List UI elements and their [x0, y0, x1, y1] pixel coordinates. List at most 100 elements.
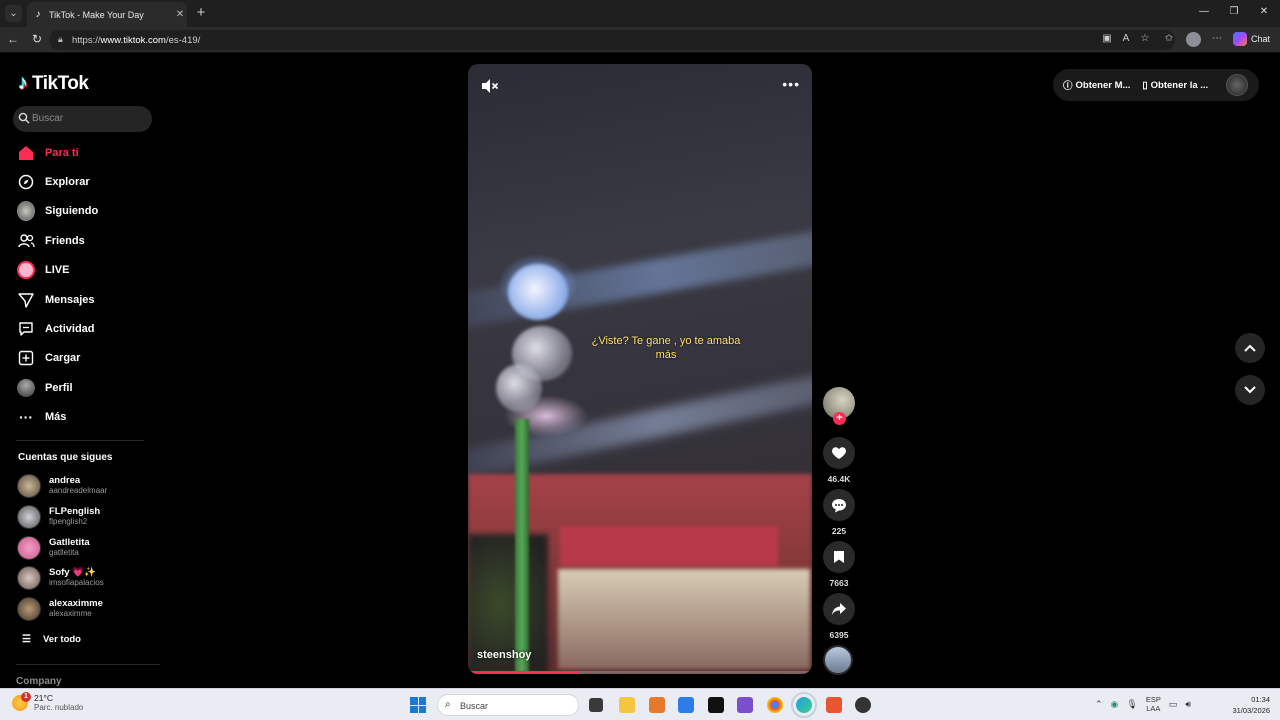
share-button[interactable]: 6395 [822, 593, 856, 640]
search-icon [18, 112, 30, 124]
edge-browser-icon[interactable] [791, 692, 817, 718]
tiktok-favicon-icon: ♪ [35, 9, 41, 20]
like-button[interactable]: 46.4K [822, 437, 856, 484]
activity-icon [17, 320, 35, 338]
nav-item-siguiendo[interactable]: Siguiendo [17, 200, 98, 222]
tab-actions-menu-button[interactable]: ⌄ [5, 5, 22, 22]
heart-icon [823, 437, 855, 469]
account-name: andrea [49, 475, 81, 486]
close-tab-icon[interactable]: ✕ [173, 9, 187, 20]
file-explorer-icon[interactable] [619, 697, 635, 713]
share-arrow-icon [823, 593, 855, 625]
following-account[interactable]: FLPenglish flpenglish2 [17, 504, 100, 530]
nav-item-mas[interactable]: ··· Más [17, 406, 66, 428]
weather-widget[interactable]: 1 21°C Parc. nublado [12, 692, 84, 713]
get-app-button[interactable]: ▯ Obtener la ... [1142, 80, 1208, 91]
following-account[interactable]: Gatlletita gatlletita [17, 535, 90, 561]
nav-item-actividad[interactable]: Actividad [17, 318, 95, 340]
browser-profile-avatar[interactable] [1186, 32, 1201, 47]
favorites-icon[interactable]: ✩ [1162, 33, 1176, 44]
split-screen-icon[interactable]: ▣ [1100, 33, 1114, 44]
volume-icon[interactable]: 🔊︎ [1185, 699, 1191, 710]
nav-item-friends[interactable]: Friends [17, 230, 85, 252]
follow-plus-icon[interactable]: + [833, 412, 846, 425]
browser-tab[interactable]: ♪ TikTok - Make Your Day ✕ [27, 2, 187, 27]
previous-video-button[interactable] [1235, 333, 1265, 363]
tray-app-icon[interactable]: ◉ [1111, 699, 1119, 710]
nav-label: Perfil [45, 382, 73, 394]
nav-item-para-ti[interactable]: Para ti [17, 142, 79, 164]
comment-button[interactable]: 225 [822, 489, 856, 536]
app-with-badge-icon[interactable] [855, 697, 871, 713]
input-language[interactable]: ESP LAA [1146, 695, 1161, 713]
site-info-icon[interactable]: 🔒︎ [58, 34, 63, 45]
refresh-button[interactable]: ↻ [29, 32, 45, 46]
see-all-label: Ver todo [42, 634, 81, 645]
translate-icon[interactable]: A [1119, 33, 1133, 44]
visual-studio-icon[interactable] [737, 697, 753, 713]
search-input[interactable]: Buscar [13, 106, 152, 132]
copilot-label: Chat [1251, 34, 1271, 44]
task-view-icon[interactable] [589, 698, 603, 712]
brave-browser-icon[interactable] [826, 697, 842, 713]
following-account[interactable]: andrea aandreadelmaar [17, 473, 107, 499]
terminal-app-icon[interactable] [708, 697, 724, 713]
chevron-up-icon[interactable]: ⌃ [1095, 699, 1103, 710]
account-name: FLPenglish [49, 506, 101, 517]
clock[interactable]: 01:34 31/03/2026 [1222, 694, 1270, 716]
nav-label: Mensajes [45, 294, 95, 306]
get-coins-label: Obtener M... [1075, 79, 1131, 91]
video-author[interactable]: steenshoy [477, 649, 531, 661]
following-account[interactable]: Sofy 💗✨ imsofiapalacios [17, 565, 104, 591]
tiktok-logo[interactable]: ♪ TikTok [18, 72, 89, 95]
search-placeholder: Buscar [32, 113, 64, 124]
next-video-button[interactable] [1235, 375, 1265, 405]
messages-icon [17, 291, 35, 309]
back-button[interactable]: ← [5, 32, 21, 46]
avatar [17, 505, 41, 529]
user-avatar[interactable] [1226, 74, 1249, 96]
avatar [17, 566, 41, 590]
taskbar-search-placeholder: Buscar [460, 701, 489, 711]
save-count: 7663 [829, 578, 849, 588]
minimize-window-button[interactable]: — [1196, 6, 1212, 17]
nav-label: Siguiendo [45, 205, 99, 217]
account-name: Gatlletita [49, 537, 90, 548]
weather-description: Parc. nublado [34, 703, 84, 712]
get-coins-button[interactable]: ⓘ Obtener M... [1063, 78, 1131, 93]
network-icon[interactable]: ▭ [1169, 699, 1178, 710]
video-progress-bar[interactable] [468, 671, 812, 674]
system-tray: ⌃ ◉ 🎙︎ ESP LAA ▭ 🔊︎ [1095, 695, 1191, 713]
windows-taskbar: 1 21°C Parc. nublado ⌕ Buscar ⌃ ◉ 🎙︎ ESP… [0, 688, 1280, 720]
video-player[interactable]: ••• ¿Viste? Te gane , yo te amaba más st… [468, 64, 812, 674]
muted-speaker-icon[interactable] [480, 76, 500, 96]
microphone-icon[interactable]: 🎙︎ [1126, 699, 1137, 710]
compass-icon [17, 173, 35, 191]
vscode-icon[interactable] [678, 697, 694, 713]
home-icon [17, 144, 35, 162]
nav-item-perfil[interactable]: Perfil [17, 377, 73, 399]
chrome-icon[interactable] [767, 697, 783, 713]
favorite-star-icon[interactable]: ☆ [1138, 33, 1152, 44]
nav-item-mensajes[interactable]: Mensajes [17, 289, 95, 311]
music-disc[interactable] [823, 645, 853, 675]
windows-start-icon[interactable] [410, 697, 426, 713]
video-more-options-icon[interactable]: ••• [782, 76, 800, 92]
office-app-icon[interactable] [649, 697, 665, 713]
copilot-chat-button[interactable]: Chat [1233, 32, 1270, 46]
address-bar[interactable]: 🔒︎ https://www.tiktok.com/es-419/ [49, 30, 1175, 50]
nav-item-explorar[interactable]: Explorar [17, 171, 90, 193]
save-button[interactable]: 7663 [822, 541, 856, 588]
nav-item-cargar[interactable]: Cargar [17, 347, 80, 369]
company-section-title[interactable]: Company [16, 676, 62, 687]
video-frame-detail [560, 526, 778, 566]
close-window-button[interactable]: ✕ [1256, 6, 1272, 17]
settings-more-icon[interactable]: ⋯ [1210, 33, 1224, 44]
new-tab-button[interactable]: + [193, 5, 209, 21]
nav-label: Explorar [45, 176, 90, 188]
nav-item-live[interactable]: LIVE [17, 259, 69, 281]
taskbar-search-input[interactable]: ⌕ Buscar [437, 694, 579, 716]
restore-window-button[interactable]: ❐ [1226, 6, 1242, 17]
see-all-following-button[interactable]: ☰ Ver todo [22, 634, 81, 645]
following-account[interactable]: alexaximme alexaximme [17, 596, 103, 622]
